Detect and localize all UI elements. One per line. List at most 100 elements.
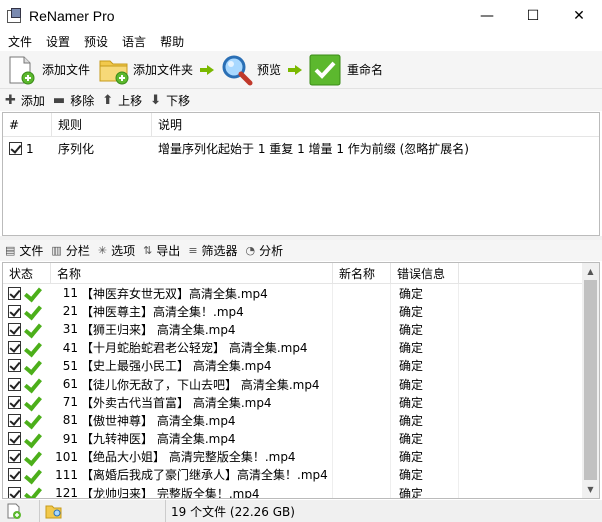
green-check-icon (309, 54, 341, 85)
status-ok-icon (24, 450, 40, 464)
file-error-cell: 确定 (391, 484, 459, 498)
status-ok-icon (24, 395, 40, 409)
file-row[interactable]: 81 【傲世神尊】 高清全集.mp4 确定 (3, 411, 599, 430)
export-menu-label: 导出 (156, 244, 181, 258)
file-row[interactable]: 21 【神医尊主】高清全集！.mp4 确定 (3, 302, 599, 321)
options-menu-button[interactable]: ✳ 选项 (98, 242, 135, 259)
file-checkbox[interactable] (8, 432, 21, 446)
status-ok-icon (24, 377, 40, 391)
col-header-name[interactable]: 名称 (51, 263, 333, 283)
rule-up-button[interactable]: ⬆ 上移 (102, 92, 142, 109)
files-toolbar: ▤ 文件 ▥ 分栏 ✳ 选项 ⇅ 导出 ≡ 筛选器 ◔ 分析 (0, 240, 602, 261)
col-header-new-name[interactable]: 新名称 (333, 263, 391, 283)
menu-settings[interactable]: 设置 (46, 33, 70, 50)
arrow-down-icon: ⬇ (150, 92, 162, 108)
file-new-name-cell (333, 338, 391, 357)
col-header-status[interactable]: 状态 (3, 263, 51, 283)
file-checkbox[interactable] (8, 395, 21, 409)
file-checkbox[interactable] (8, 359, 21, 373)
file-row[interactable]: 41 【十月蛇胎蛇君老公轻宠】 高清全集.mp4 确定 (3, 338, 599, 357)
rule-description: 增量序列化起始于 1 重复 1 增量 1 作为前缀 (忽略扩展名) (158, 142, 469, 156)
minimize-button[interactable]: — (464, 0, 510, 31)
add-folders-label: 添加文件夹 (133, 63, 194, 77)
file-status-cell (3, 357, 51, 375)
scroll-down-icon[interactable]: ▼ (582, 481, 599, 498)
file-number: 81 (62, 413, 78, 428)
rename-button[interactable]: 重命名 (309, 53, 383, 87)
menu-file[interactable]: 文件 (8, 33, 32, 50)
file-row[interactable]: 101 【绝品大小姐】 高清完整版全集！.mp4 确定 (3, 447, 599, 466)
menu-language[interactable]: 语言 (122, 33, 146, 50)
file-checkbox[interactable] (8, 450, 21, 464)
file-row[interactable]: 51 【史上最强小民工】 高清全集.mp4 确定 (3, 356, 599, 375)
add-files-button[interactable]: 添加文件 (7, 53, 90, 87)
file-checkbox[interactable] (8, 413, 21, 427)
file-checkbox[interactable] (8, 486, 21, 498)
add-files-label: 添加文件 (42, 63, 91, 77)
rename-label: 重命名 (347, 63, 384, 77)
rule-name: 序列化 (58, 142, 95, 156)
scroll-up-icon[interactable]: ▲ (582, 263, 599, 280)
file-row[interactable]: 91 【九转神医】 高清全集.mp4 确定 (3, 429, 599, 448)
analyze-menu-button[interactable]: ◔ 分析 (246, 242, 284, 259)
rule-remove-button[interactable]: ▬ 移除 (53, 92, 94, 109)
file-row[interactable]: 61 【徒儿你无敌了，下山去吧】 高清全集.mp4 确定 (3, 374, 599, 394)
file-name: 【龙帅归来】 完整版全集！.mp4 (81, 486, 260, 499)
col-header-error[interactable]: 错误信息 (391, 263, 459, 283)
file-error-cell: 确定 (391, 302, 459, 321)
rule-add-button[interactable]: ✚ 添加 (5, 92, 45, 109)
col-header-rule[interactable]: 规则 (52, 113, 152, 136)
file-name: 【绝品大小姐】 高清完整版全集！.mp4 (81, 450, 296, 465)
maximize-button[interactable]: ☐ (510, 0, 556, 31)
file-checkbox[interactable] (8, 304, 21, 318)
rule-row[interactable]: 1 序列化 增量序列化起始于 1 重复 1 增量 1 作为前缀 (忽略扩展名) (3, 137, 599, 160)
file-checkbox[interactable] (8, 322, 21, 336)
export-menu-button[interactable]: ⇅ 导出 (143, 242, 180, 259)
rule-down-label: 下移 (166, 93, 191, 108)
file-row[interactable]: 111 【离婚后我成了豪门继承人】高清全集！.mp4 确定 (3, 465, 599, 485)
file-checkbox[interactable] (8, 468, 21, 482)
rule-down-button[interactable]: ⬇ 下移 (150, 92, 190, 109)
file-name-cell: 51 【史上最强小民工】 高清全集.mp4 (51, 356, 333, 375)
file-name: 【狮王归来】 高清全集.mp4 (81, 322, 236, 337)
file-error-cell: 确定 (391, 447, 459, 466)
file-new-name-cell (333, 284, 391, 303)
files-menu-button[interactable]: ▤ 文件 (5, 242, 43, 259)
file-row[interactable]: 71 【外卖古代当首富】 高清全集.mp4 确定 (3, 393, 599, 412)
columns-menu-button[interactable]: ▥ 分栏 (51, 242, 89, 259)
status-bar: 19 个文件 (22.26 GB) (0, 500, 602, 522)
file-name-cell: 71 【外卖古代当首富】 高清全集.mp4 (51, 393, 333, 412)
vertical-scrollbar[interactable]: ▲ ▼ (582, 263, 599, 498)
status-ok-icon (24, 359, 40, 373)
rule-enabled-checkbox[interactable] (9, 142, 22, 155)
file-checkbox[interactable] (8, 377, 21, 391)
menu-help[interactable]: 帮助 (160, 33, 184, 50)
file-error-cell: 确定 (391, 374, 459, 394)
preview-button[interactable]: 预览 (221, 53, 281, 87)
add-folder-icon (99, 60, 129, 84)
analyze-menu-label: 分析 (259, 244, 284, 258)
file-row[interactable]: 11 【神医弃女世无双】高清全集.mp4 确定 (3, 284, 599, 303)
options-icon: ✳ (97, 244, 108, 257)
files-header: 状态 名称 新名称 错误信息 (3, 263, 599, 284)
file-number: 41 (62, 340, 78, 355)
col-header-desc[interactable]: 说明 (152, 113, 182, 136)
menu-presets[interactable]: 预设 (84, 33, 108, 50)
file-row[interactable]: 121 【龙帅归来】 完整版全集！.mp4 确定 (3, 484, 599, 499)
file-name: 【九转神医】 高清全集.mp4 (81, 432, 236, 447)
file-checkbox[interactable] (8, 286, 21, 300)
file-status-cell (3, 375, 51, 393)
file-name-cell: 41 【十月蛇胎蛇君老公轻宠】 高清全集.mp4 (51, 338, 333, 357)
status-ok-icon (24, 413, 40, 427)
file-name-cell: 111 【离婚后我成了豪门继承人】高清全集！.mp4 (51, 465, 333, 485)
col-header-num[interactable]: # (3, 113, 52, 136)
file-name-cell: 101 【绝品大小姐】 高清完整版全集！.mp4 (51, 447, 333, 466)
file-name: 【离婚后我成了豪门继承人】高清全集！.mp4 (81, 468, 328, 483)
close-button[interactable]: ✕ (556, 0, 602, 31)
file-row[interactable]: 31 【狮王归来】 高清全集.mp4 确定 (3, 320, 599, 339)
file-error-cell: 确定 (391, 411, 459, 430)
filters-menu-button[interactable]: ≡ 筛选器 (188, 242, 237, 259)
scroll-thumb[interactable] (584, 280, 597, 480)
file-checkbox[interactable] (8, 341, 21, 355)
add-folders-button[interactable]: 添加文件夹 (98, 53, 193, 87)
